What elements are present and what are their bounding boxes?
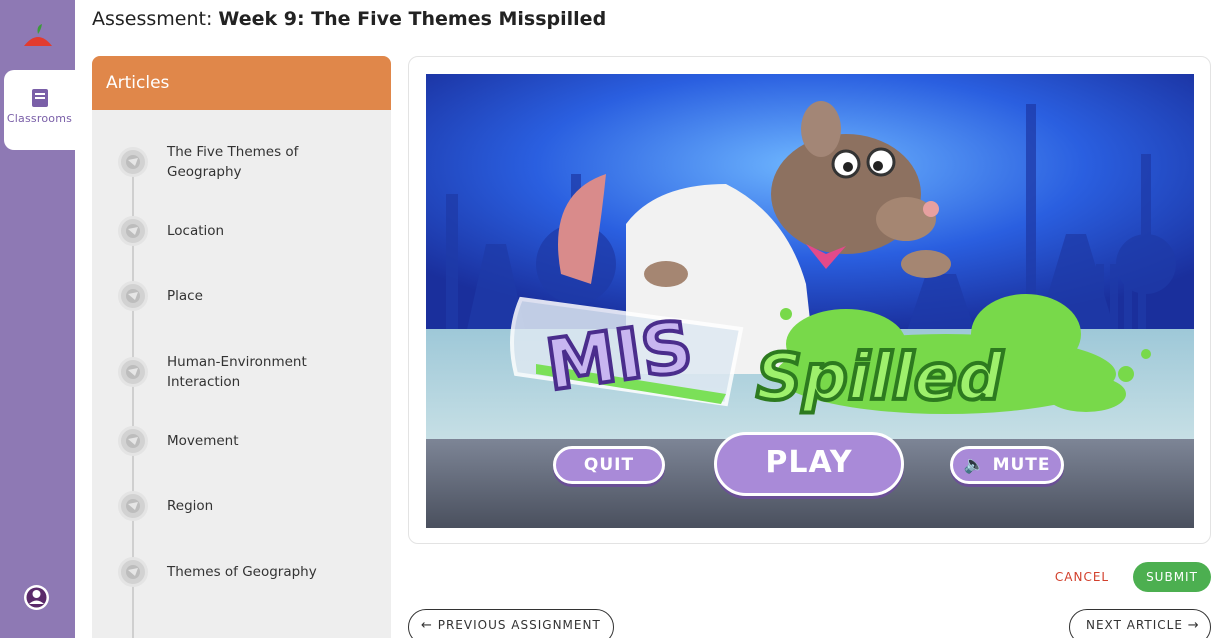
cancel-button[interactable]: CANCEL [1050, 567, 1114, 587]
page-title-prefix: Assessment: [92, 8, 213, 30]
article-item[interactable]: Human-Environment Interaction [118, 352, 337, 392]
game-card: MIS Spilled QUIT PLAY 🔈 MUTE [408, 56, 1211, 544]
page-title: Assessment: Week 9: The Five Themes Miss… [92, 8, 606, 30]
assessment-name: Week 9: The Five Themes Misspilled [218, 8, 607, 30]
arrow-left-icon: ← [421, 618, 433, 633]
article-status-icon [118, 357, 148, 387]
mute-button[interactable]: 🔈 MUTE [950, 446, 1064, 484]
side-rail: Classrooms [0, 0, 75, 638]
article-status-icon [118, 557, 148, 587]
article-label: Region [167, 498, 214, 514]
article-item[interactable]: Location [118, 216, 337, 246]
article-item[interactable]: Region [118, 491, 337, 521]
article-label: Movement [167, 433, 239, 449]
article-item[interactable]: Movement [118, 426, 337, 456]
article-item[interactable]: The Five Themes of Geography [118, 142, 337, 182]
play-button[interactable]: PLAY [714, 432, 904, 496]
article-label: The Five Themes of Geography [167, 144, 299, 180]
quit-button[interactable]: QUIT [553, 446, 665, 484]
apple-logo-icon[interactable] [22, 22, 54, 48]
nav-tab-label: Classrooms [6, 112, 73, 125]
submit-button[interactable]: SUBMIT [1133, 562, 1211, 592]
article-status-icon [118, 216, 148, 246]
articles-heading: Articles [92, 56, 391, 110]
article-label: Location [167, 223, 225, 239]
book-icon [31, 89, 48, 107]
nav-tab-classrooms[interactable]: Classrooms [4, 70, 75, 150]
previous-assignment-label: PREVIOUS ASSIGNMENT [437, 618, 601, 632]
article-label: Human-Environment Interaction [167, 354, 307, 390]
previous-assignment-button[interactable]: ← PREVIOUS ASSIGNMENT [408, 609, 614, 638]
logo-spilled-text: Spilled [756, 341, 1004, 415]
speaker-icon: 🔈 [963, 455, 986, 475]
articles-panel: Articles The Five Themes of Geography Lo… [92, 56, 391, 638]
next-article-label: NEXT ARTICLE [1086, 618, 1183, 632]
article-status-icon [118, 147, 148, 177]
app: Classrooms Assessment: Week 9: The Five … [0, 0, 1224, 638]
arrow-right-icon: → [1187, 618, 1200, 633]
article-item[interactable]: Place [118, 281, 337, 311]
game-canvas[interactable]: MIS Spilled QUIT PLAY 🔈 MUTE [426, 74, 1194, 528]
article-status-icon [118, 426, 148, 456]
article-label: Themes of Geography [167, 564, 317, 580]
article-status-icon [118, 281, 148, 311]
next-article-button[interactable]: NEXT ARTICLE → [1069, 609, 1211, 638]
article-status-icon [118, 491, 148, 521]
article-label: Place [167, 288, 203, 304]
article-item[interactable]: Themes of Geography [118, 557, 337, 587]
mute-label: MUTE [992, 455, 1051, 475]
user-avatar-icon[interactable] [23, 584, 50, 611]
